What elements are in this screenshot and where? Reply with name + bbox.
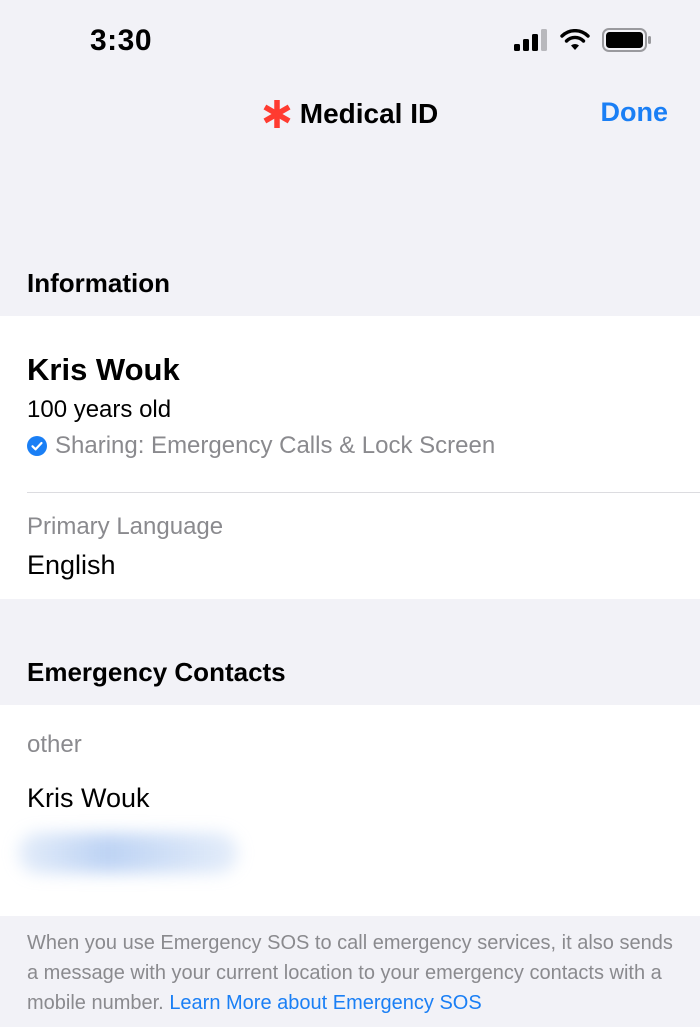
- asterisk-icon: [263, 100, 291, 128]
- done-button[interactable]: Done: [601, 97, 669, 128]
- contact-name: Kris Wouk: [27, 783, 150, 813]
- sharing-status: Sharing: Emergency Calls & Lock Screen: [27, 432, 495, 460]
- divider: [27, 492, 700, 493]
- emergency-contacts-section-header: Emergency Contacts: [27, 657, 286, 687]
- battery-icon: [602, 28, 651, 52]
- contact-relationship: other: [27, 731, 82, 758]
- status-time: 3:30: [90, 24, 153, 57]
- status-icons: [514, 28, 652, 52]
- person-age: 100 years old: [27, 396, 172, 423]
- learn-more-emergency-sos-link[interactable]: Learn More about Emergency SOS: [169, 992, 481, 1014]
- person-name: Kris Wouk: [27, 352, 180, 387]
- information-section-header: Information: [27, 268, 170, 298]
- sharing-label: Sharing: Emergency Calls & Lock Screen: [55, 432, 496, 459]
- footer-note: When you use Emergency SOS to call emerg…: [27, 928, 687, 1018]
- contact-phone-number-blurred[interactable]: [18, 833, 238, 873]
- emergency-contact-card[interactable]: other Kris Wouk: [0, 705, 700, 916]
- checkmark-circle-icon: [27, 436, 47, 456]
- primary-language-label: Primary Language: [27, 513, 224, 540]
- cellular-signal-icon: [514, 29, 547, 51]
- page-title: Medical ID: [299, 98, 439, 129]
- information-card: Kris Wouk 100 years old Sharing: Emergen…: [0, 316, 700, 599]
- wifi-icon: [560, 29, 590, 50]
- primary-language-value: English: [27, 550, 116, 580]
- navigation-bar: Medical ID Done: [0, 80, 700, 150]
- status-bar: 3:30: [0, 0, 700, 80]
- nav-title-group: Medical ID: [0, 98, 700, 130]
